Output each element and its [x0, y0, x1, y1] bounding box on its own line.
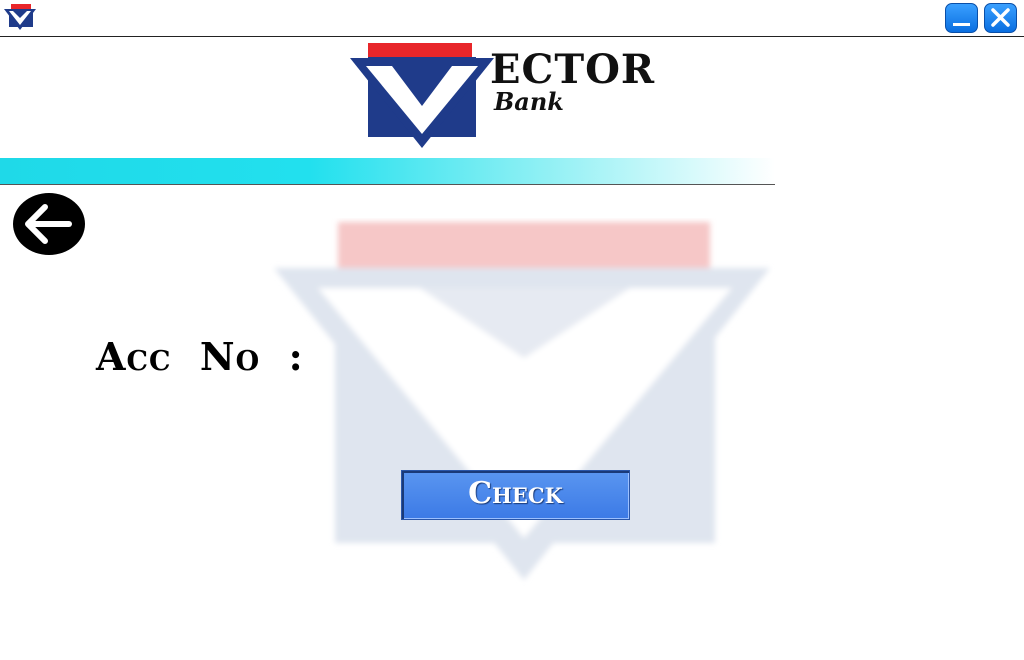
close-button[interactable] [984, 3, 1017, 33]
arrow-left-icon [13, 193, 85, 255]
close-icon [991, 8, 1010, 27]
header-divider-strip [0, 158, 775, 185]
vector-watermark-icon [274, 222, 770, 580]
brand-name: ECTOR [490, 46, 656, 93]
title-bar [0, 0, 1024, 37]
check-button[interactable]: Check [401, 470, 630, 520]
app-window: ECTOR Bank Acc No : Check [0, 0, 1024, 660]
minimize-button[interactable] [945, 3, 978, 33]
vector-v-emblem-icon [350, 43, 494, 148]
account-number-label: Acc No : [96, 334, 304, 379]
vector-bank-logo-icon [4, 4, 36, 30]
vector-bank-logo: ECTOR Bank [348, 42, 668, 152]
back-button[interactable] [12, 192, 86, 256]
brand-subtitle: Bank [494, 87, 564, 116]
minimize-icon [953, 23, 970, 26]
